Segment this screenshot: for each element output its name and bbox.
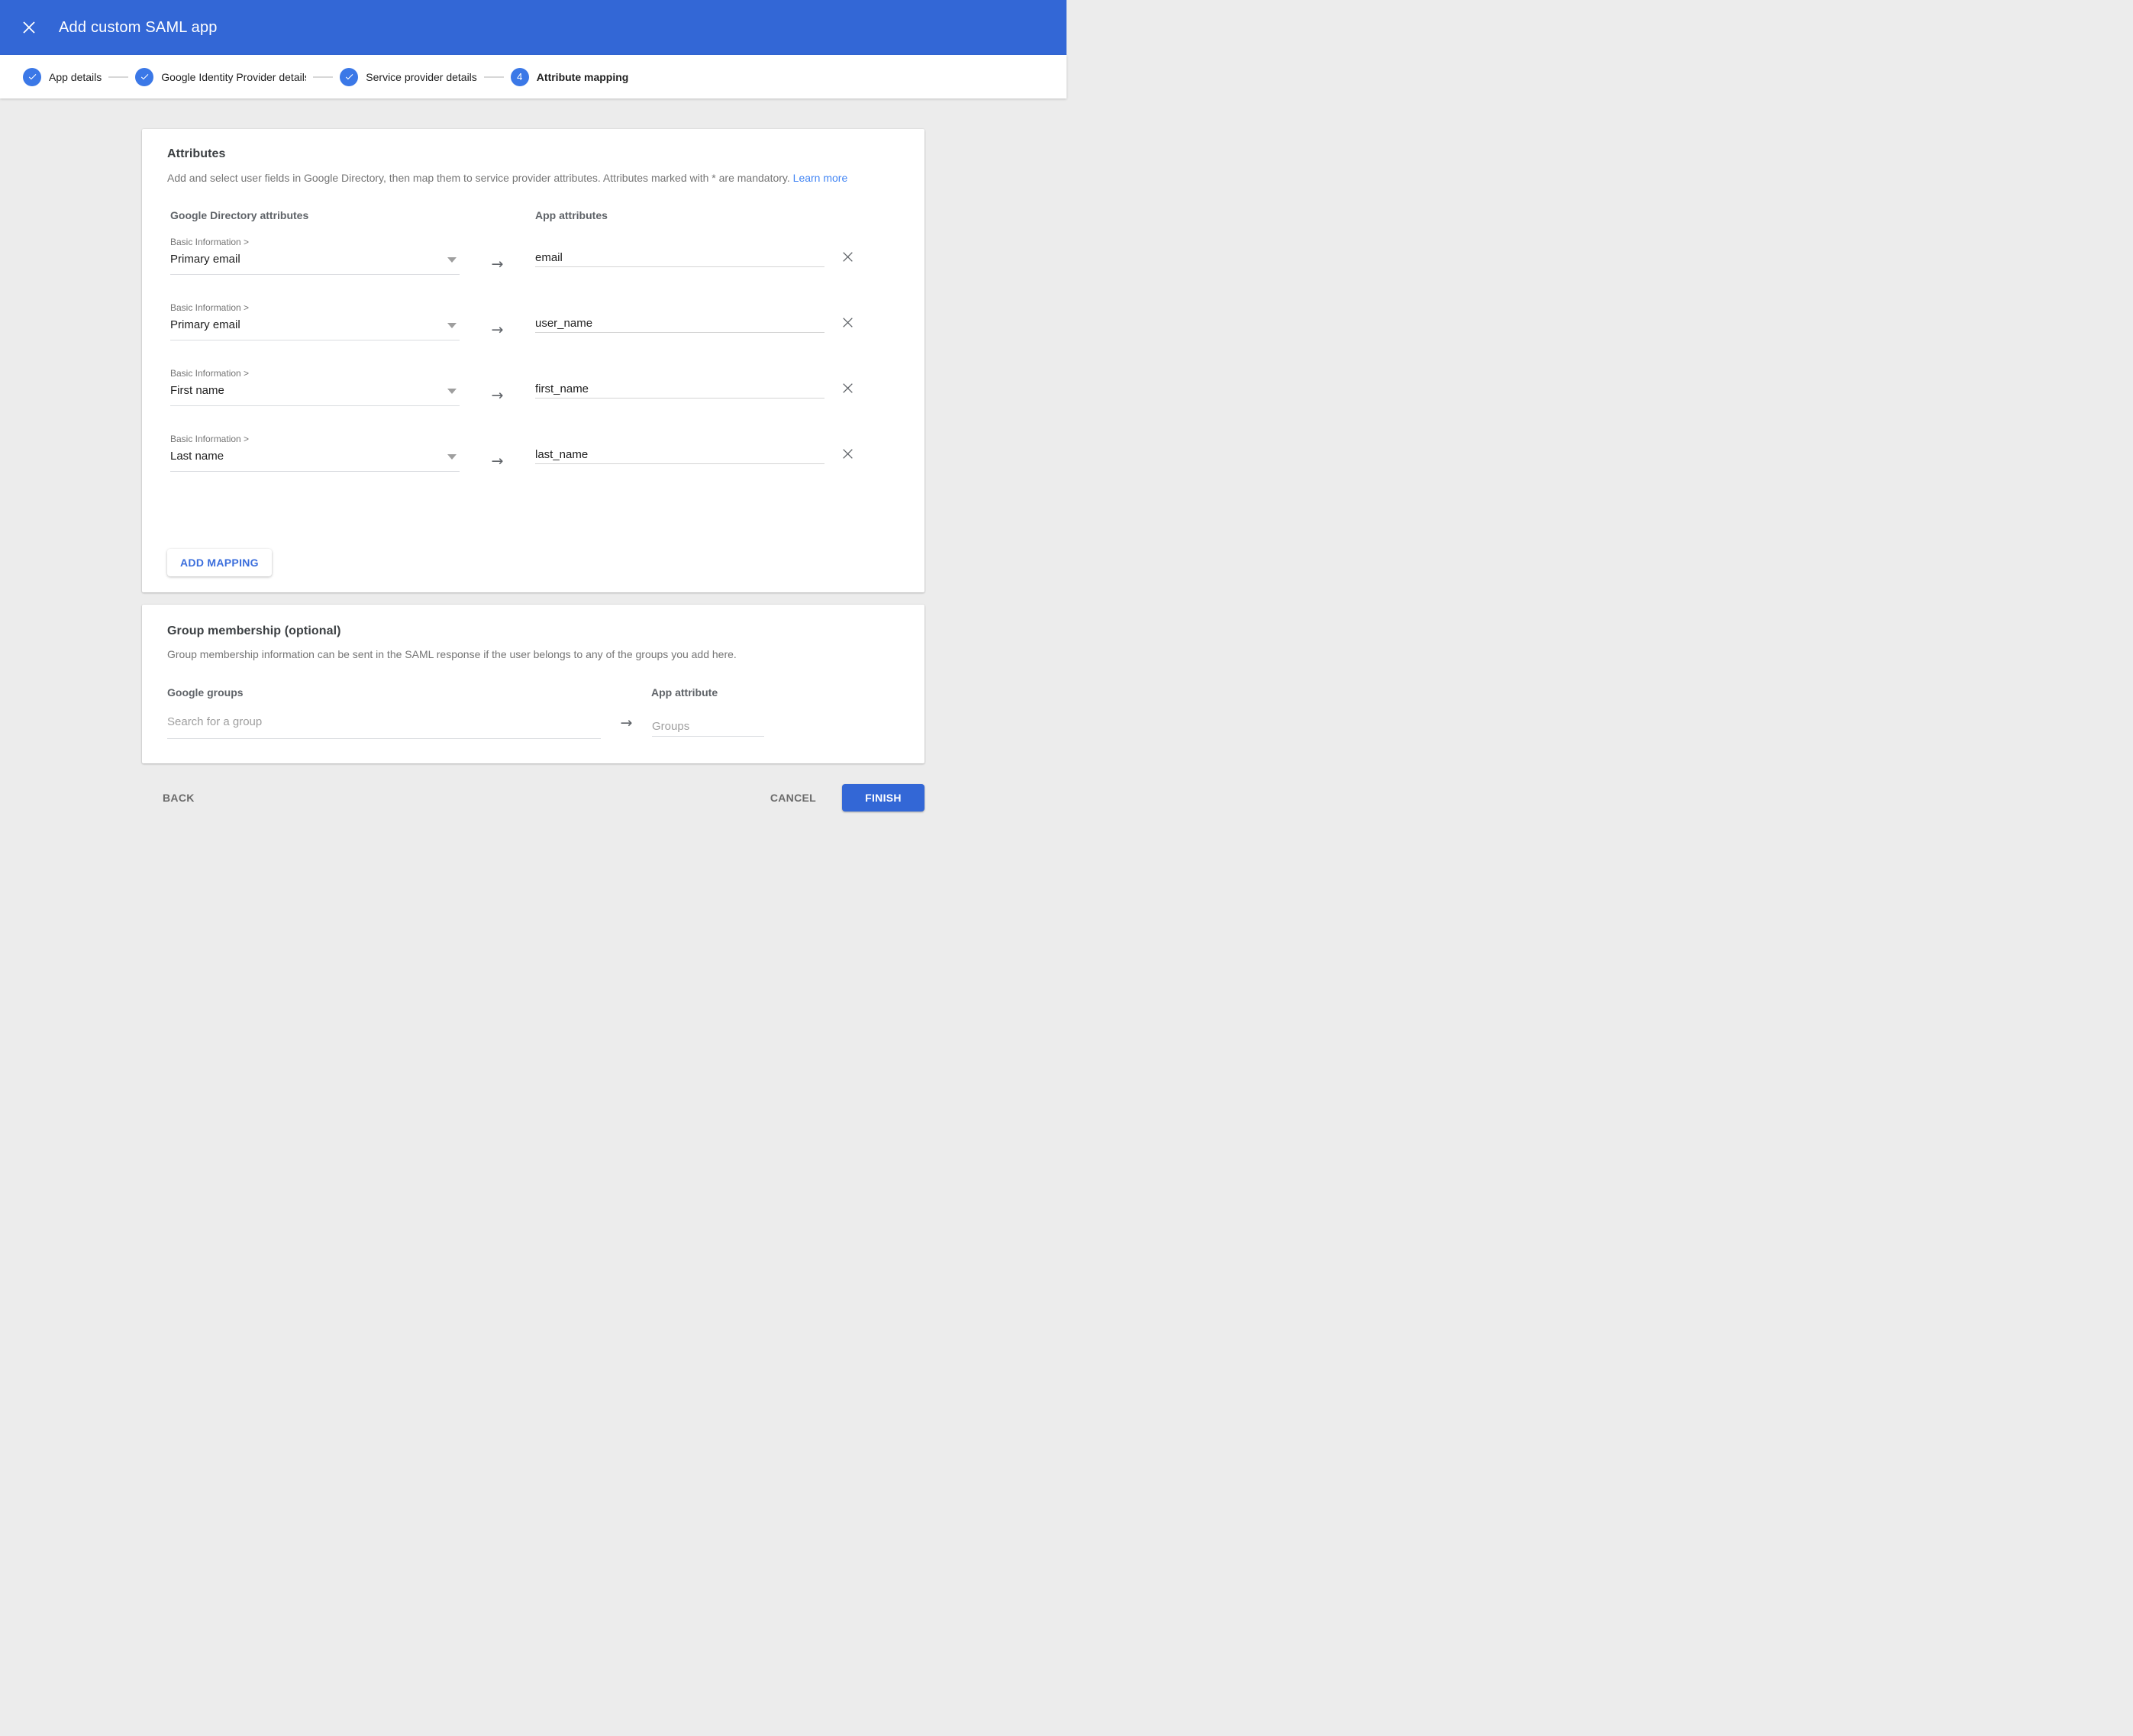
- app-attribute-input[interactable]: [535, 448, 824, 464]
- mapping-arrow-cell: →: [460, 236, 535, 275]
- add-custom-saml-app-dialog: Add custom SAML app App details Google I…: [0, 0, 1066, 812]
- step-connector: [108, 76, 128, 78]
- directory-attribute-field: Basic Information > Primary email: [170, 236, 460, 275]
- directory-attribute-value: Primary email: [170, 253, 240, 266]
- attribute-category-label: Basic Information >: [170, 236, 460, 248]
- directory-attribute-value: Primary email: [170, 318, 240, 332]
- finish-button[interactable]: FINISH: [842, 784, 925, 812]
- mapping-arrow-cell: →: [460, 302, 535, 340]
- directory-attribute-select[interactable]: Primary email: [170, 318, 460, 340]
- attributes-card: Attributes Add and select user fields in…: [142, 129, 925, 592]
- app-attribute-field: [535, 236, 824, 275]
- directory-attribute-field: Basic Information > First name: [170, 367, 460, 406]
- attributes-description-text: Add and select user fields in Google Dir…: [167, 172, 790, 184]
- directory-attribute-value: Last name: [170, 450, 224, 463]
- remove-mapping-icon[interactable]: [840, 446, 855, 461]
- arrow-right-icon: →: [492, 389, 504, 406]
- step-app-details[interactable]: App details: [23, 68, 102, 86]
- step-google-idp-details[interactable]: Google Identity Provider details: [135, 68, 306, 86]
- dropdown-arrow-icon: [447, 323, 457, 328]
- app-attribute-header: App attribute: [651, 686, 718, 699]
- close-icon[interactable]: [20, 18, 38, 37]
- group-column-headers: Google groups App attribute: [167, 686, 899, 699]
- arrow-right-icon: →: [492, 257, 504, 275]
- app-attribute-field: [535, 367, 824, 406]
- step-label: Service provider details: [366, 71, 477, 83]
- mapping-row: Basic Information > Primary email →: [170, 236, 899, 275]
- directory-attribute-select[interactable]: First name: [170, 384, 460, 406]
- app-attribute-input[interactable]: [535, 251, 824, 267]
- dialog-title: Add custom SAML app: [59, 19, 218, 37]
- groups-app-attribute-input[interactable]: [652, 720, 764, 737]
- app-attributes-header: App attributes: [535, 208, 608, 222]
- remove-mapping-icon[interactable]: [840, 315, 855, 330]
- dropdown-arrow-icon: [447, 257, 457, 263]
- app-attribute-input[interactable]: [535, 382, 824, 399]
- step-attribute-mapping[interactable]: 4 Attribute mapping: [511, 68, 629, 86]
- directory-attribute-value: First name: [170, 384, 224, 398]
- dialog-footer: BACK CANCEL FINISH: [142, 784, 925, 812]
- stepper: App details Google Identity Provider det…: [0, 55, 1066, 98]
- check-icon: [340, 68, 358, 86]
- step-label: Attribute mapping: [537, 71, 629, 83]
- attributes-description: Add and select user fields in Google Dir…: [167, 170, 899, 186]
- group-membership-title: Group membership (optional): [167, 624, 899, 638]
- mapping-row: Basic Information > Primary email →: [170, 302, 899, 340]
- step-service-provider-details[interactable]: Service provider details: [340, 68, 477, 86]
- mapping-row: Basic Information > First name →: [170, 367, 899, 406]
- attribute-category-label: Basic Information >: [170, 302, 460, 314]
- directory-attribute-field: Basic Information > Primary email: [170, 302, 460, 340]
- directory-attribute-select[interactable]: Last name: [170, 450, 460, 472]
- learn-more-link[interactable]: Learn more: [793, 172, 848, 184]
- add-mapping-button[interactable]: ADD MAPPING: [167, 549, 272, 576]
- back-button[interactable]: BACK: [157, 786, 201, 810]
- cancel-button[interactable]: CANCEL: [764, 786, 822, 810]
- mapping-column-headers: Google Directory attributes App attribut…: [170, 208, 899, 222]
- app-attribute-field: [535, 302, 824, 340]
- step-label: Google Identity Provider details: [161, 71, 306, 83]
- group-mapping-row: →: [167, 715, 899, 739]
- directory-attribute-select[interactable]: Primary email: [170, 253, 460, 275]
- google-directory-attributes-header: Google Directory attributes: [170, 208, 535, 222]
- mapping-rows: Basic Information > Primary email →: [170, 236, 899, 472]
- step-connector: [313, 76, 333, 78]
- step-number-badge: 4: [511, 68, 529, 86]
- arrow-right-icon: →: [621, 716, 633, 731]
- directory-attribute-field: Basic Information > Last name: [170, 433, 460, 472]
- step-connector: [484, 76, 504, 78]
- dropdown-arrow-icon: [447, 389, 457, 394]
- google-groups-header: Google groups: [167, 686, 651, 699]
- mapping-arrow-cell: →: [460, 433, 535, 472]
- dialog-content: Attributes Add and select user fields in…: [0, 98, 1066, 812]
- group-membership-description: Group membership information can be sent…: [167, 647, 899, 662]
- remove-mapping-icon[interactable]: [840, 380, 855, 395]
- check-icon: [135, 68, 153, 86]
- group-membership-card: Group membership (optional) Group member…: [142, 605, 925, 763]
- group-arrow-cell: →: [601, 715, 652, 731]
- group-search-input[interactable]: [167, 715, 601, 739]
- remove-mapping-icon[interactable]: [840, 249, 855, 264]
- dialog-header: Add custom SAML app: [0, 0, 1066, 55]
- app-attribute-input[interactable]: [535, 317, 824, 333]
- attribute-category-label: Basic Information >: [170, 367, 460, 379]
- mapping-row: Basic Information > Last name →: [170, 433, 899, 472]
- attribute-category-label: Basic Information >: [170, 433, 460, 445]
- check-icon: [23, 68, 41, 86]
- dropdown-arrow-icon: [447, 454, 457, 460]
- mapping-arrow-cell: →: [460, 367, 535, 406]
- arrow-right-icon: →: [492, 454, 504, 472]
- arrow-right-icon: →: [492, 323, 504, 340]
- attributes-title: Attributes: [167, 147, 899, 161]
- step-label: App details: [49, 71, 102, 83]
- app-attribute-field: [535, 433, 824, 472]
